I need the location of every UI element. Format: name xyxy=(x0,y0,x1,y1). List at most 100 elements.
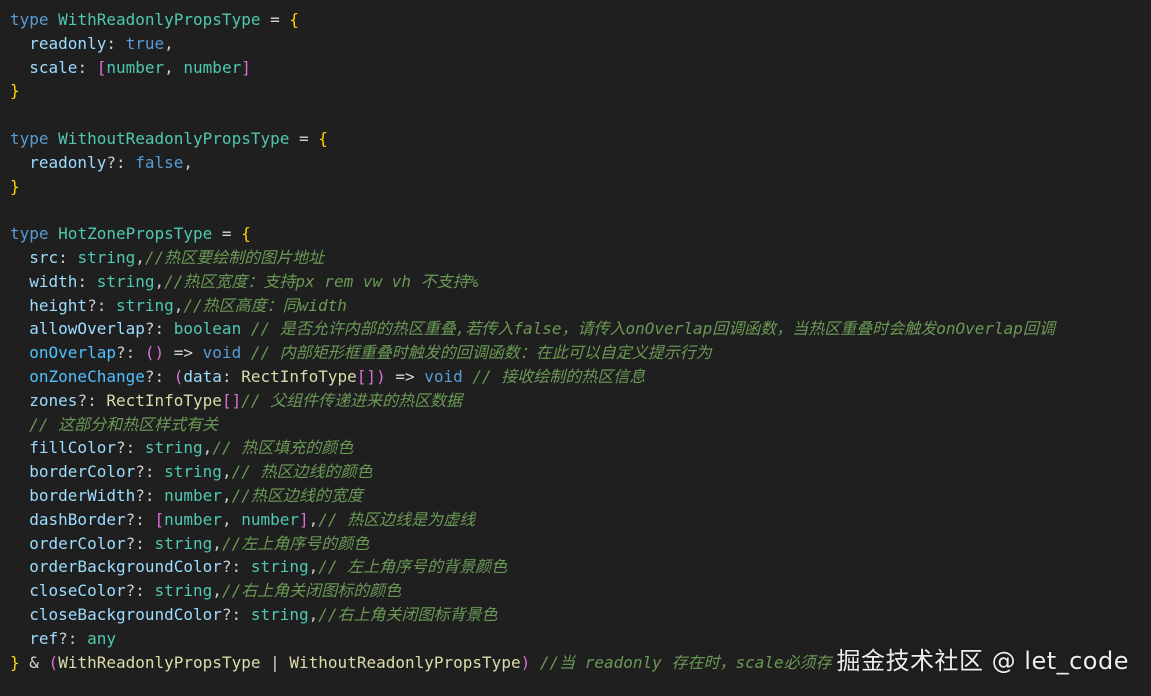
code-token: ?: xyxy=(221,604,251,624)
code-line: closeBackgroundColor?: string,//右上角关闭图标背… xyxy=(10,603,1151,627)
code-token: type xyxy=(10,224,59,244)
code-token: => xyxy=(164,343,203,363)
code-line: borderWidth?: number,//热区边线的宽度 xyxy=(10,484,1151,508)
code-token: string xyxy=(96,271,155,291)
code-token: [] xyxy=(221,390,242,410)
code-token: scale xyxy=(29,57,78,77)
code-token: ?: xyxy=(144,366,174,386)
code-token: height xyxy=(29,295,88,315)
code-token: type xyxy=(10,128,59,148)
code-token: : xyxy=(58,247,78,267)
code-token: string xyxy=(250,557,309,577)
code-token: , xyxy=(164,33,174,53)
code-token: // 热区填充的颜色 xyxy=(212,438,354,458)
code-line: type WithReadonlyPropsType = { xyxy=(10,8,1151,32)
code-token: ?: xyxy=(221,557,251,577)
code-token: ?: xyxy=(115,343,145,363)
code-token: // 内部矩形框重叠时触发的回调函数：在此可以自定义提示行为 xyxy=(241,343,712,363)
code-line: readonly?: false, xyxy=(10,151,1151,175)
code-token: RectInfoType xyxy=(241,366,357,386)
code-token: RectInfoType xyxy=(106,390,222,410)
code-token: string xyxy=(154,581,213,601)
code-token: // 父组件传递进来的热区数据 xyxy=(241,390,463,410)
code-line: type HotZonePropsType = { xyxy=(10,222,1151,246)
code-token: //左上角序号的颜色 xyxy=(221,533,370,553)
code-token: ?: xyxy=(115,438,145,458)
code-token: , xyxy=(221,485,232,505)
code-token: //右上角关闭图标背景色 xyxy=(318,604,498,624)
code-line: readonly: true, xyxy=(10,32,1151,56)
code-token: void xyxy=(202,343,242,363)
code-line: orderBackgroundColor?: string,// 左上角序号的背… xyxy=(10,555,1151,579)
code-editor[interactable]: type WithReadonlyPropsType = { readonly:… xyxy=(0,0,1151,696)
code-line: height?: string,//热区高度：同width xyxy=(10,294,1151,318)
code-token: boolean xyxy=(173,319,242,339)
code-token: } xyxy=(10,176,20,196)
code-token: ?: xyxy=(106,152,136,172)
code-token: WithoutReadonlyPropsType xyxy=(289,652,521,672)
code-token: , xyxy=(183,152,194,172)
code-token: ] xyxy=(299,509,309,529)
code-token: string xyxy=(77,247,136,267)
code-token: () xyxy=(144,343,165,363)
code-token: // 热区边线的颜色 xyxy=(231,462,373,482)
code-token: // 接收绘制的热区信息 xyxy=(462,366,646,386)
code-token: //当 readonly 存在时，scale必须存 xyxy=(530,652,832,672)
code-token: string xyxy=(250,604,309,624)
code-token: ] xyxy=(241,57,251,77)
code-token: , xyxy=(212,533,222,553)
code-token: WithReadonlyPropsType xyxy=(58,10,261,29)
code-token: borderColor xyxy=(29,462,136,482)
code-token: } xyxy=(10,81,20,101)
code-token: , xyxy=(202,438,213,458)
code-token: // 是否允许内部的热区重叠,若传入false，请传入onOverlap回调函数… xyxy=(241,319,1055,339)
code-line: closeColor?: string,//右上角关闭图标的颜色 xyxy=(10,579,1151,603)
code-token: , xyxy=(212,581,222,601)
code-token: onZoneChange xyxy=(29,366,145,386)
code-token: { xyxy=(241,224,251,244)
code-token: = xyxy=(289,128,319,148)
code-line: type WithoutReadonlyPropsType = { xyxy=(10,127,1151,151)
code-line: onZoneChange?: (data: RectInfoType[]) =>… xyxy=(10,365,1151,389)
code-token: = xyxy=(212,224,242,244)
code-line: onOverlap?: () => void // 内部矩形框重叠时触发的回调函… xyxy=(10,341,1151,365)
code-token: ?: xyxy=(125,581,155,601)
code-token: //热区宽度：支持px rem vw vh 不支持% xyxy=(164,271,479,291)
code-line: orderColor?: string,//左上角序号的颜色 xyxy=(10,532,1151,556)
code-line: // 这部分和热区样式有关 xyxy=(10,413,1151,437)
code-token: { xyxy=(318,128,328,148)
code-token: , xyxy=(154,271,165,291)
code-token: //热区要绘制的图片地址 xyxy=(144,247,325,267)
code-token: , xyxy=(221,462,232,482)
code-token: string xyxy=(164,462,222,482)
code-token: WithReadonlyPropsType xyxy=(58,652,261,672)
code-token: any xyxy=(87,628,116,648)
code-token: fillColor xyxy=(29,438,116,458)
code-token: ( xyxy=(173,366,184,386)
code-token: ref xyxy=(29,628,59,648)
code-token: : xyxy=(77,271,97,291)
code-token: void xyxy=(424,366,463,386)
code-token: number xyxy=(164,485,222,505)
code-token: number xyxy=(164,509,222,529)
code-token: ( xyxy=(48,652,59,672)
code-token: // 热区边线是为虚线 xyxy=(318,509,476,529)
code-token: ?: xyxy=(125,509,155,529)
code-token: = xyxy=(260,10,290,29)
code-token: true xyxy=(125,33,165,53)
code-token: , xyxy=(173,295,184,315)
code-line: allowOverlap?: boolean // 是否允许内部的热区重叠,若传… xyxy=(10,317,1151,341)
